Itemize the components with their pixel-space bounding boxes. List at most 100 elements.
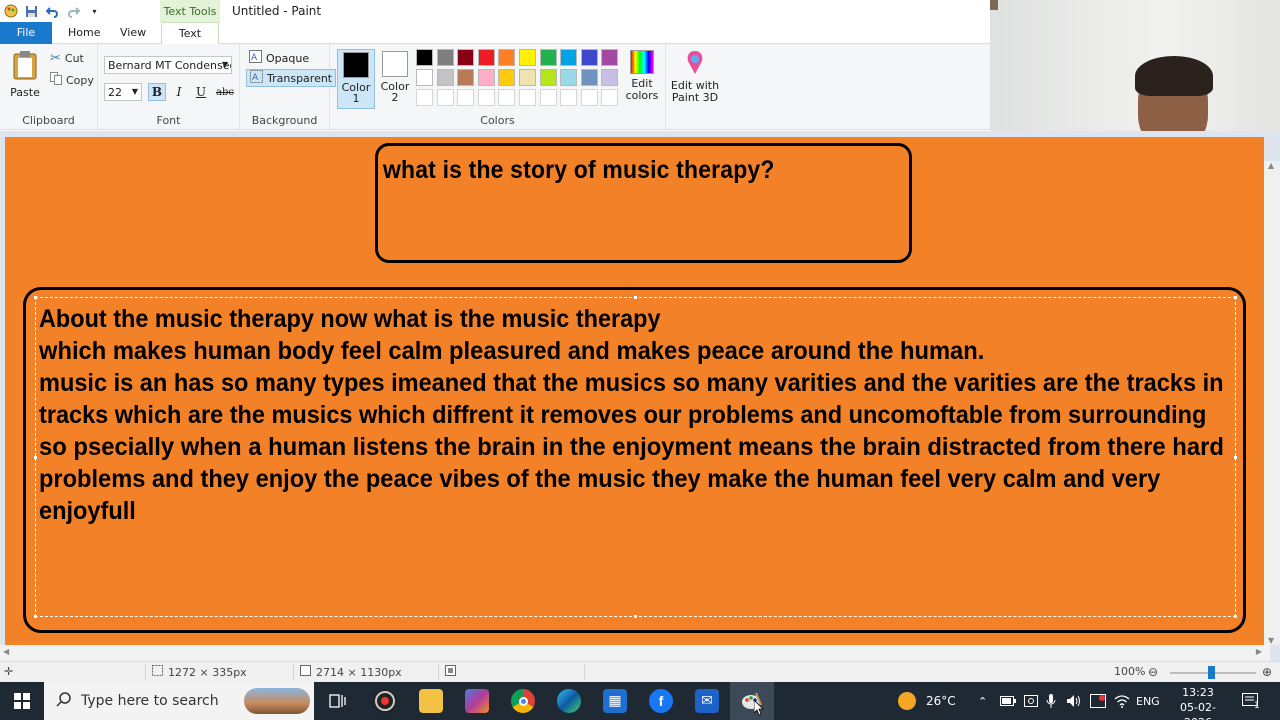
- start-button[interactable]: [0, 682, 44, 720]
- volume-icon[interactable]: [1066, 682, 1082, 720]
- store-icon[interactable]: ▦: [603, 689, 627, 713]
- notifications-button[interactable]: 1: [1242, 682, 1260, 720]
- chrome-icon[interactable]: [511, 689, 535, 713]
- palette-swatch[interactable]: [560, 69, 578, 86]
- resize-handle[interactable]: [34, 296, 37, 299]
- palette-swatch[interactable]: [601, 69, 619, 86]
- resize-handle[interactable]: [1234, 296, 1237, 299]
- redo-icon[interactable]: [65, 3, 82, 19]
- opaque-button[interactable]: A Opaque: [246, 49, 312, 67]
- transparent-button[interactable]: A Transparent: [246, 69, 337, 87]
- palette-swatch[interactable]: [539, 49, 557, 66]
- tab-text[interactable]: Text: [161, 22, 219, 45]
- screen-recorder-icon[interactable]: [373, 689, 397, 713]
- horizontal-scrollbar[interactable]: ◀ ▶: [0, 645, 1270, 661]
- edit-colors-button[interactable]: Edit colors: [622, 50, 662, 102]
- palette-swatch[interactable]: [498, 49, 516, 66]
- scroll-right-icon[interactable]: ▶: [1256, 647, 1262, 656]
- outlook-icon[interactable]: ✉: [695, 689, 719, 713]
- camera-icon[interactable]: [1024, 682, 1038, 720]
- zoom-slider-thumb[interactable]: [1208, 666, 1215, 679]
- palette-swatch[interactable]: [457, 69, 475, 86]
- palette-swatch[interactable]: [580, 69, 598, 86]
- scroll-left-icon[interactable]: ◀: [3, 647, 9, 656]
- copy-button[interactable]: Copy: [50, 72, 94, 88]
- scroll-up-icon[interactable]: ▲: [1268, 161, 1274, 170]
- canvas-body-text[interactable]: About the music therapy now what is the …: [39, 303, 1239, 527]
- custom-color-slot[interactable]: [560, 89, 578, 106]
- custom-color-slot[interactable]: [416, 89, 433, 106]
- color1-button[interactable]: Color 1: [337, 49, 375, 109]
- custom-color-slot[interactable]: [436, 89, 454, 106]
- clock-date: 05-02-2026: [1180, 701, 1216, 720]
- windows-taskbar: Type here to search ▦ f ✉ 26°C ⌃ ENG 13:…: [0, 682, 1280, 720]
- cut-button[interactable]: ✂ Cut: [50, 51, 84, 66]
- undo-icon[interactable]: [44, 3, 61, 19]
- palette-swatch[interactable]: [436, 49, 454, 66]
- system-clock[interactable]: 13:23 05-02-2026: [1168, 685, 1228, 720]
- color1-number: 1: [352, 92, 360, 105]
- palette-swatch[interactable]: [498, 69, 516, 86]
- palette-swatch[interactable]: [560, 49, 578, 66]
- color2-button[interactable]: Color 2: [376, 49, 414, 109]
- edit-with-paint3d-button[interactable]: Edit with Paint 3D: [670, 50, 720, 104]
- paste-button[interactable]: Paste: [8, 50, 42, 99]
- zoom-in-icon[interactable]: ⊕: [1262, 665, 1272, 679]
- tab-file[interactable]: File: [0, 22, 52, 44]
- custom-color-slot[interactable]: [601, 89, 619, 106]
- resize-handle[interactable]: [634, 615, 637, 618]
- palette-swatch[interactable]: [601, 49, 619, 66]
- custom-color-slot[interactable]: [457, 89, 475, 106]
- strikethrough-button[interactable]: abc: [214, 83, 236, 101]
- custom-color-slot[interactable]: [519, 89, 536, 106]
- custom-color-slot[interactable]: [477, 89, 495, 106]
- save-icon[interactable]: [23, 3, 40, 19]
- bold-button[interactable]: B: [148, 83, 166, 101]
- font-size-select[interactable]: 22 ▼: [104, 83, 142, 101]
- resize-handle[interactable]: [1234, 615, 1237, 618]
- microphone-icon[interactable]: [1046, 682, 1056, 720]
- resize-handle[interactable]: [634, 296, 637, 299]
- scroll-down-icon[interactable]: ▼: [1268, 636, 1274, 645]
- palette-swatch[interactable]: [519, 69, 536, 86]
- italic-button[interactable]: I: [170, 83, 188, 101]
- task-view-icon[interactable]: [326, 689, 350, 713]
- tab-home[interactable]: Home: [56, 22, 112, 44]
- defender-icon[interactable]: [1090, 682, 1106, 720]
- vertical-scrollbar[interactable]: ▲ ▼: [1264, 161, 1280, 645]
- palette-swatch[interactable]: [436, 69, 454, 86]
- font-size-value: 22: [108, 86, 122, 99]
- palette-swatch[interactable]: [539, 69, 557, 86]
- zoom-out-icon[interactable]: ⊖: [1148, 665, 1158, 679]
- show-hidden-icons[interactable]: ⌃: [978, 682, 987, 720]
- transparent-label: Transparent: [267, 71, 333, 85]
- palette-swatch[interactable]: [580, 49, 598, 66]
- language-indicator[interactable]: ENG: [1136, 682, 1160, 720]
- palette-swatch[interactable]: [477, 49, 495, 66]
- weather-widget[interactable]: 26°C: [898, 682, 956, 720]
- copilot-icon[interactable]: [465, 689, 489, 713]
- tab-view[interactable]: View: [108, 22, 158, 44]
- custom-color-slot[interactable]: [580, 89, 598, 106]
- palette-swatch[interactable]: [416, 49, 433, 66]
- customize-qat-icon[interactable]: ▾: [86, 3, 103, 19]
- font-family-select[interactable]: Bernard MT Condensed ▼: [104, 56, 232, 74]
- resize-handle[interactable]: [34, 456, 37, 459]
- drawing-canvas[interactable]: what is the story of music therapy? Abou…: [5, 137, 1264, 645]
- underline-button[interactable]: U: [192, 83, 210, 101]
- custom-color-slot[interactable]: [498, 89, 516, 106]
- resize-handle[interactable]: [34, 615, 37, 618]
- custom-color-slot[interactable]: [539, 89, 557, 106]
- taskbar-search[interactable]: Type here to search: [44, 682, 314, 720]
- wifi-icon[interactable]: [1114, 682, 1130, 720]
- facebook-icon[interactable]: f: [649, 689, 673, 713]
- edge-icon[interactable]: [557, 689, 581, 713]
- palette-swatch[interactable]: [457, 49, 475, 66]
- background-group-label: Background: [251, 114, 318, 127]
- paint-app-icon[interactable]: [2, 3, 19, 19]
- file-explorer-icon[interactable]: [419, 689, 443, 713]
- palette-swatch[interactable]: [416, 69, 433, 86]
- battery-icon[interactable]: [1000, 682, 1016, 720]
- palette-swatch[interactable]: [477, 69, 495, 86]
- palette-swatch[interactable]: [519, 49, 536, 66]
